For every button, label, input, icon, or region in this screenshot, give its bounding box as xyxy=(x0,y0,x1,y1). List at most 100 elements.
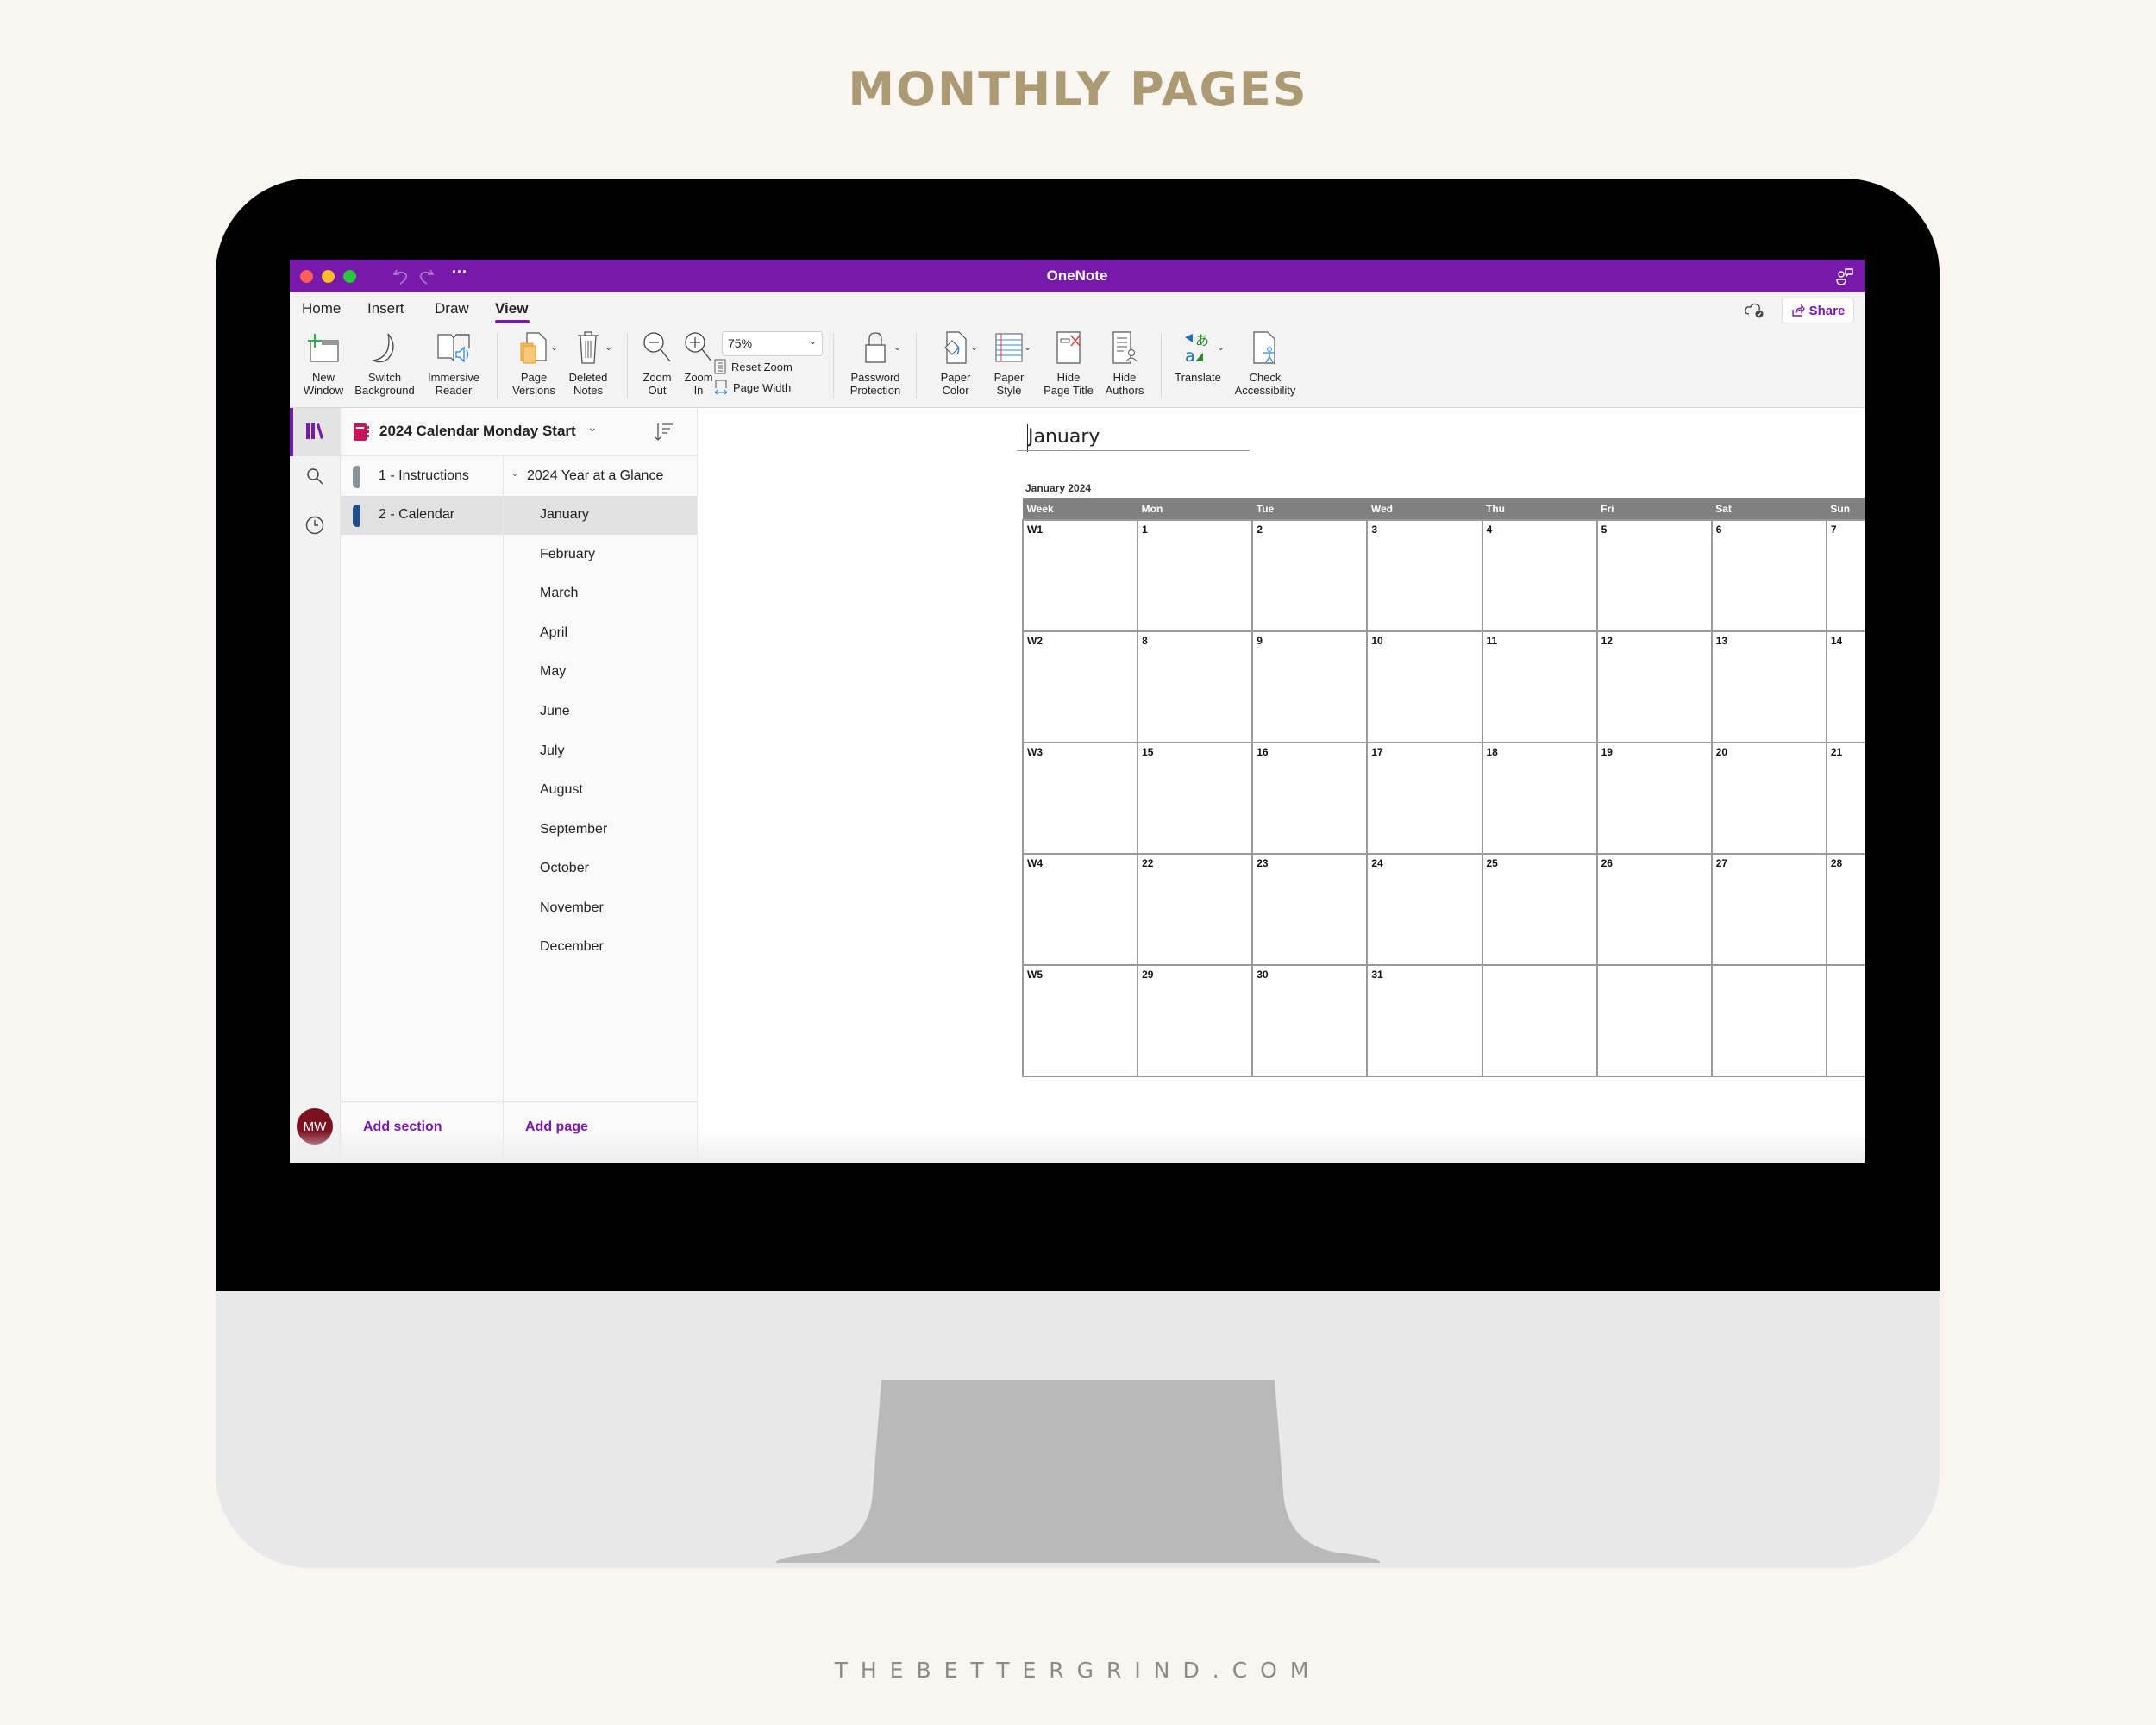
page-item-april[interactable]: April xyxy=(504,614,697,653)
page-item-july[interactable]: July xyxy=(504,732,697,771)
translate-dropdown-icon[interactable]: ⌄ xyxy=(1217,342,1225,353)
page-item-august[interactable]: August xyxy=(504,771,697,810)
week-number-cell[interactable]: W1 xyxy=(1021,519,1139,632)
page-item-november[interactable]: November xyxy=(504,889,697,928)
tab-draw[interactable]: Draw xyxy=(435,300,469,317)
paper-color-button[interactable]: Paper Color xyxy=(935,324,976,407)
hide-authors-button[interactable]: Hide Authors xyxy=(1100,324,1149,407)
day-cell[interactable]: 25 xyxy=(1481,853,1598,966)
section-instructions[interactable]: 1 - Instructions xyxy=(341,457,503,496)
sort-icon[interactable] xyxy=(653,421,675,443)
translate-button[interactable]: あa Translate xyxy=(1171,324,1225,407)
search-button[interactable] xyxy=(290,467,340,486)
check-accessibility-button[interactable]: Check Accessibility xyxy=(1230,324,1300,407)
day-cell[interactable]: 24 xyxy=(1366,853,1483,966)
day-cell[interactable]: 31 xyxy=(1366,964,1483,1077)
day-cell[interactable]: 19 xyxy=(1595,742,1713,855)
calendar-week-row: W1 1 2 3 4 5 6 7 xyxy=(1021,519,1865,632)
switch-background-button[interactable]: Switch Background xyxy=(350,324,419,407)
day-cell[interactable]: 21 xyxy=(1825,742,1865,855)
day-cell[interactable]: 3 xyxy=(1366,519,1483,632)
new-window-button[interactable]: New Window xyxy=(302,324,345,407)
day-cell[interactable]: 12 xyxy=(1595,630,1713,743)
day-cell[interactable]: 28 xyxy=(1825,853,1865,966)
recent-notes-button[interactable] xyxy=(290,515,340,536)
day-cell[interactable]: 1 xyxy=(1137,519,1254,632)
day-cell[interactable]: 23 xyxy=(1251,853,1369,966)
day-cell[interactable]: 11 xyxy=(1481,630,1598,743)
hide-page-title-button[interactable]: Hide Page Title xyxy=(1038,324,1099,407)
day-cell[interactable]: 26 xyxy=(1595,853,1713,966)
page-title[interactable]: January xyxy=(1028,426,1100,448)
page-item-september[interactable]: September xyxy=(504,811,697,850)
paper-style-dropdown-icon[interactable]: ⌄ xyxy=(1024,342,1031,353)
notebook-selector[interactable]: 2024 Calendar Monday Start ⌄ xyxy=(341,408,698,456)
calendar-week-row: W2 8 9 10 11 12 13 14 xyxy=(1021,630,1865,743)
page-versions-button[interactable]: Page Versions xyxy=(510,324,558,407)
day-cell[interactable]: 14 xyxy=(1825,630,1865,743)
svg-text:あ: あ xyxy=(1195,332,1209,348)
immersive-reader-button[interactable]: Immersive Reader xyxy=(423,324,484,407)
day-cell[interactable]: 29 xyxy=(1137,964,1254,1077)
trash-icon xyxy=(578,331,599,364)
day-cell[interactable]: 27 xyxy=(1710,853,1827,966)
notebooks-button[interactable] xyxy=(290,422,340,441)
week-number-cell[interactable]: W2 xyxy=(1021,630,1139,743)
zoom-out-button[interactable]: Zoom Out xyxy=(638,324,676,407)
page-versions-dropdown-icon[interactable]: ⌄ xyxy=(550,342,558,353)
title-bar: ··· OneNote xyxy=(290,260,1865,292)
day-cell[interactable]: 20 xyxy=(1710,742,1827,855)
day-cell[interactable]: 6 xyxy=(1710,519,1827,632)
password-protection-dropdown-icon[interactable]: ⌄ xyxy=(893,342,901,353)
zoom-level-select[interactable]: 75% ⌄ xyxy=(722,331,823,356)
paper-color-dropdown-icon[interactable]: ⌄ xyxy=(970,342,978,353)
password-protection-button[interactable]: Password Protection xyxy=(843,324,907,407)
day-cell[interactable]: 5 xyxy=(1595,519,1713,632)
deleted-notes-button[interactable]: Deleted Notes xyxy=(564,324,612,407)
page-group-year-at-a-glance[interactable]: ⌄ 2024 Year at a Glance xyxy=(504,457,697,496)
day-cell[interactable]: 7 xyxy=(1825,519,1865,632)
ribbon-separator xyxy=(916,333,917,398)
day-cell[interactable]: 4 xyxy=(1481,519,1598,632)
section-calendar[interactable]: 2 - Calendar xyxy=(341,496,503,535)
deleted-notes-dropdown-icon[interactable]: ⌄ xyxy=(605,342,612,353)
day-cell[interactable]: 8 xyxy=(1137,630,1254,743)
day-cell[interactable]: 17 xyxy=(1366,742,1483,855)
zoom-out-icon xyxy=(643,332,671,362)
calendar-table: Week Mon Tue Wed Thu Fri Sat Sun W1 1 2 3 4 5… xyxy=(1021,498,1865,1077)
page-canvas[interactable]: January January 2024 Week Mon Tue Wed Th… xyxy=(698,408,1865,1163)
page-item-january[interactable]: January xyxy=(504,496,697,535)
share-button[interactable]: Share xyxy=(1782,298,1854,323)
day-cell[interactable]: 2 xyxy=(1251,519,1369,632)
day-cell[interactable]: 13 xyxy=(1710,630,1827,743)
day-cell[interactable] xyxy=(1481,964,1598,1077)
tab-insert[interactable]: Insert xyxy=(367,300,404,317)
week-number-cell[interactable]: W3 xyxy=(1021,742,1139,855)
page-item-may[interactable]: May xyxy=(504,653,697,692)
page-item-february[interactable]: February xyxy=(504,536,697,574)
day-cell[interactable]: 9 xyxy=(1251,630,1369,743)
page-item-june[interactable]: June xyxy=(504,693,697,731)
page-width-button[interactable]: Page Width xyxy=(714,380,791,395)
tab-home[interactable]: Home xyxy=(302,300,341,317)
day-cell[interactable]: 15 xyxy=(1137,742,1254,855)
reset-zoom-button[interactable]: Reset Zoom xyxy=(714,359,793,374)
day-cell[interactable]: 16 xyxy=(1251,742,1369,855)
day-cell[interactable] xyxy=(1825,964,1865,1077)
page-item-october[interactable]: October xyxy=(504,850,697,888)
day-cell[interactable]: 10 xyxy=(1366,630,1483,743)
paper-style-button[interactable]: Paper Style xyxy=(988,324,1030,407)
week-number-cell[interactable]: W5 xyxy=(1021,964,1139,1077)
day-cell[interactable]: 22 xyxy=(1137,853,1254,966)
tab-view[interactable]: View xyxy=(495,300,528,317)
day-cell[interactable] xyxy=(1710,964,1827,1077)
page-item-december[interactable]: December xyxy=(504,928,697,967)
week-number-cell[interactable]: W4 xyxy=(1021,853,1139,966)
page-item-march[interactable]: March xyxy=(504,574,697,613)
zoom-in-button[interactable]: Zoom In xyxy=(680,324,718,407)
day-cell[interactable]: 18 xyxy=(1481,742,1598,855)
zoom-in-icon xyxy=(685,332,712,362)
feedback-icon[interactable] xyxy=(1834,267,1855,287)
day-cell[interactable]: 30 xyxy=(1251,964,1369,1077)
day-cell[interactable] xyxy=(1595,964,1713,1077)
